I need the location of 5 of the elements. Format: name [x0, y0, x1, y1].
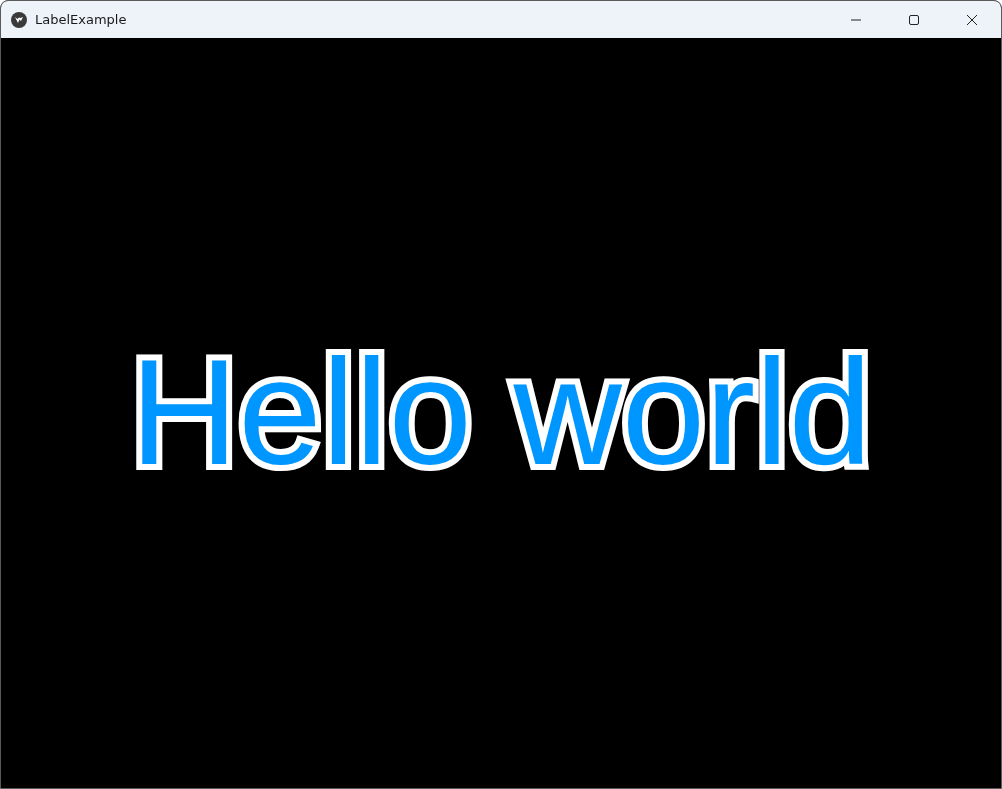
- close-icon: [966, 13, 978, 26]
- maximize-icon: [908, 13, 920, 26]
- window-title: LabelExample: [35, 12, 127, 27]
- hello-label: Hello world: [130, 329, 872, 495]
- app-logo-icon: [11, 11, 27, 28]
